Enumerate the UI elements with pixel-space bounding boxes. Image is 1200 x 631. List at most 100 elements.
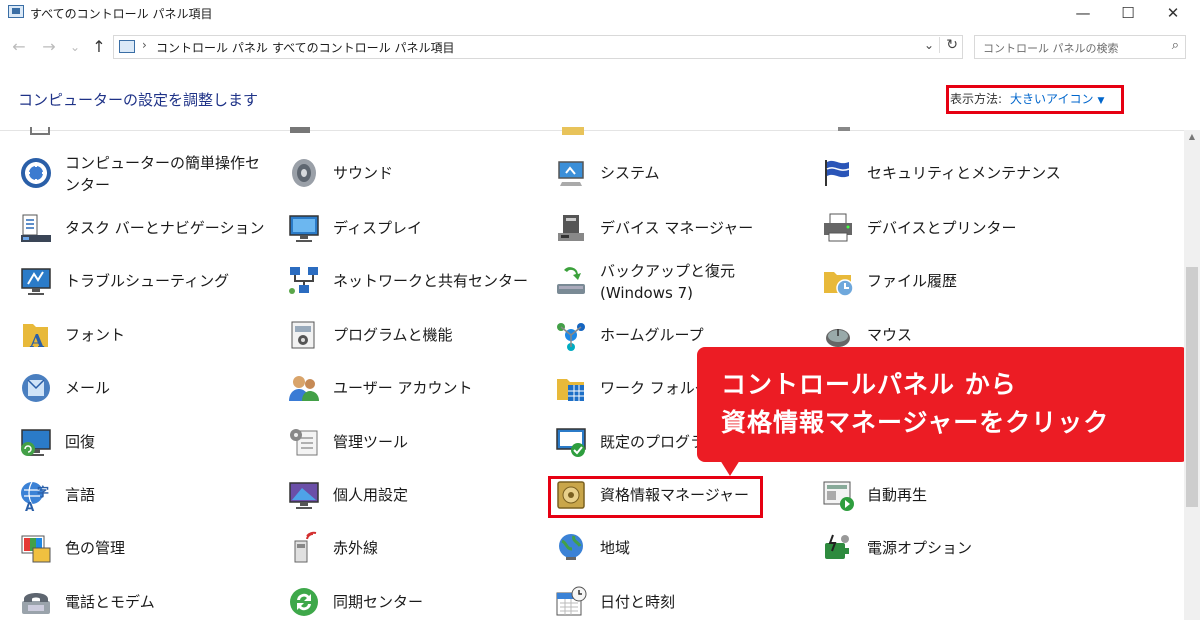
item-label: サウンド [333,164,394,182]
item-label: コンピューターの簡単操作センター [65,154,261,194]
color-management-icon [19,531,53,565]
item-label: 地域 [600,539,631,557]
item-label: プログラムと機能 [333,326,453,344]
item-label: システム [600,164,660,182]
taskbar-icon [19,211,53,245]
item-label: メール [65,379,111,397]
scroll-up-icon[interactable]: ▲ [1184,132,1200,141]
recent-locations-button[interactable]: ⌄ [64,36,86,58]
search-box[interactable]: コントロール パネルの検索 ⌕ [974,35,1186,59]
language-icon: 字A [19,478,53,512]
item-label: フォント [65,326,126,344]
item-label: デバイスとプリンター [867,219,1017,237]
view-by-highlight-box [946,85,1124,114]
scrollbar-thumb[interactable] [1186,267,1198,507]
instruction-callout: コントロールパネル から 資格情報マネージャーをクリック [697,347,1189,462]
printer-icon [821,211,855,245]
callout-line-2: 資格情報マネージャーをクリック [721,408,1110,437]
credential-manager-highlight-box [548,476,763,518]
breadcrumb-separator: › [437,38,442,52]
close-button[interactable]: ✕ [1150,0,1196,26]
infrared-icon [287,531,321,565]
svg-text:字: 字 [37,484,49,499]
recovery-icon [19,425,53,459]
personalization-icon [287,478,321,512]
user-accounts-icon [287,371,321,405]
sync-center-icon [287,585,321,619]
maximize-button[interactable]: ☐ [1105,0,1151,26]
item-label: ディスプレイ [333,219,422,237]
control-panel-icon [8,5,24,18]
forward-button[interactable]: → [38,36,60,58]
breadcrumb-separator: › [142,38,147,52]
sound-icon [287,156,321,190]
display-icon [287,211,321,245]
partial-icon [838,127,850,135]
address-dropdown-button[interactable]: ⌄ [924,38,934,52]
callout-line-1: コントロールパネル から [721,370,1017,399]
back-button[interactable]: ← [8,36,30,58]
item-label: 自動再生 [867,486,928,504]
breadcrumb-control-panel[interactable]: コントロール パネル [156,39,268,56]
admin-tools-icon [287,425,321,459]
partial-icon [290,127,310,135]
title-bar: すべてのコントロール パネル項目 — ☐ ✕ [0,0,1200,26]
item-label: ユーザー アカウント [333,379,473,397]
header-divider [0,130,1184,131]
mail-icon [19,371,53,405]
fonts-icon: A [19,318,53,352]
item-label: 管理ツール [333,433,409,451]
svg-text:A: A [25,500,35,512]
address-bar[interactable]: › コントロール パネル › すべてのコントロール パネル項目 › ⌄ ↻ [113,35,963,59]
vertical-scrollbar[interactable]: ▲ [1184,130,1200,620]
window-title: すべてのコントロール パネル項目 [30,7,213,21]
item-label: タスク バーとナビゲーション [65,219,265,237]
control-panel-icon [119,40,135,53]
work-folders-icon [554,371,588,405]
callout-pointer [720,460,740,476]
item-label: 電源オプション [867,539,973,557]
file-history-icon [821,264,855,298]
item-label: 言語 [65,486,96,504]
item-label: 回復 [65,433,96,451]
breadcrumb-separator: › [257,38,262,52]
troubleshoot-icon [19,264,53,298]
device-manager-icon [554,211,588,245]
item-label: ホームグループ [600,326,704,344]
address-row: ← → ⌄ ↑ › コントロール パネル › すべてのコントロール パネル項目 … [0,32,1200,62]
programs-icon [287,318,321,352]
up-button[interactable]: ↑ [88,36,110,58]
system-icon [554,156,588,190]
phone-modem-icon [19,585,53,619]
autoplay-icon [821,478,855,512]
search-placeholder: コントロール パネルの検索 [983,42,1119,55]
item-label: 日付と時刻 [600,593,676,611]
item-label: 同期センター [333,593,424,611]
partial-icon [562,127,584,135]
refresh-button[interactable]: ↻ [939,37,958,53]
item-label: 赤外線 [333,539,379,557]
minimize-button[interactable]: — [1060,0,1106,26]
item-label: 個人用設定 [333,486,409,504]
power-options-icon [821,531,855,565]
breadcrumb-all-items[interactable]: すべてのコントロール パネル項目 [272,39,455,56]
backup-icon [554,264,588,298]
default-programs-icon [554,425,588,459]
item-label: デバイス マネージャー [600,219,754,237]
item-label: ネットワークと共有センター [333,272,529,290]
date-time-icon [554,585,588,619]
item-label: 色の管理 [65,539,126,557]
network-icon [287,264,321,298]
item-label: トラブルシューティング [65,272,230,290]
item-label: ファイル履歴 [867,272,958,290]
security-flag-icon [821,156,855,190]
page-title: コンピューターの設定を調整します [18,91,259,109]
ease-of-access-icon [19,156,53,190]
region-icon [554,531,588,565]
partial-icon [30,127,50,135]
svg-text:A: A [29,331,45,352]
item-label: マウス [867,326,913,344]
item-label: セキュリティとメンテナンス [867,164,1061,182]
search-icon[interactable]: ⌕ [1172,38,1179,53]
item-label: 電話とモデム [65,593,155,611]
